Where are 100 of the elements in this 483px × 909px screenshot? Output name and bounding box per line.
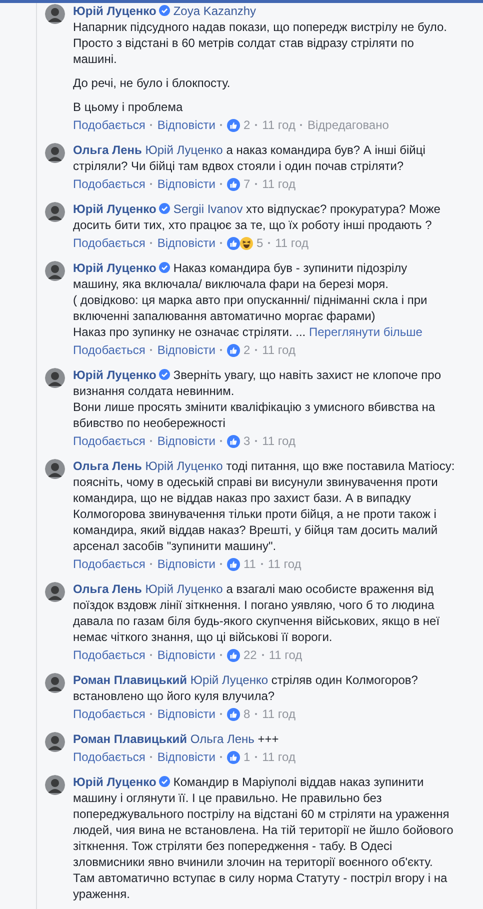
reaction-count[interactable]: 22 (243, 647, 257, 663)
thumbs-up-icon (227, 708, 240, 720)
thumbs-up-icon (227, 236, 240, 250)
timestamp[interactable]: 11 год (275, 235, 308, 251)
reply-link[interactable]: Відповісти (157, 647, 216, 663)
separator-dot (150, 563, 152, 565)
timestamp[interactable]: 11 год (262, 342, 296, 358)
separator-dot (260, 563, 263, 565)
author-link[interactable]: Ольга Лень (73, 143, 142, 157)
avatar[interactable] (45, 459, 65, 479)
thumbs-up-icon (227, 434, 240, 448)
reaction-count[interactable]: 11 (243, 556, 256, 572)
like-link[interactable]: Подобається (73, 556, 146, 572)
author-link[interactable]: Ольга Лень (73, 459, 142, 473)
author-link[interactable]: Юрій Луценко (73, 4, 156, 18)
author-link[interactable]: Роман Плавицький (73, 732, 188, 746)
separator-dot (255, 440, 258, 442)
reply-link[interactable]: Відповісти (157, 342, 216, 358)
like-link[interactable]: Подобається (73, 342, 146, 358)
separator-dot (150, 242, 152, 244)
timestamp[interactable]: 11 год (262, 176, 296, 192)
comment-text: Юрій Луценко Наказ командира був - зупинити підозрілу машину, яка включала/ виключала фари на березі моря. ( довідково: ця марка авто при опусканнні/ підніманні скла і при включенні запалювання автоматично моргає фарами) Наказ про зупинку не означає стріляти. ... Переглянути більше (73, 260, 428, 340)
reaction-count[interactable]: 5 (256, 235, 264, 251)
mention-link[interactable]: Sergii Ivanov (173, 202, 243, 216)
separator-dot (300, 124, 302, 126)
thumbs-up-icon (227, 750, 240, 764)
reaction-count[interactable]: 8 (243, 706, 250, 722)
comment-text: Ольга Лень Юрій Луценко тоді питання, що вже поставила Матіосу: поясніть, чому в одеській справі ви висунули звинувачення проти командира, що не віддав наказ про захист бази. А в випадку Колмогорова звинувачення тільки проти бійця, а не проти також і командира, який віддав наказ? Врешті, у бійця там досить малий арсенал засобів "зупинити машину". (73, 458, 455, 554)
comment-text: Роман Плавицький Ольга Лень +++ (73, 731, 280, 747)
edited-label[interactable]: Відредаговано (307, 117, 389, 133)
like-link[interactable]: Подобається (73, 647, 146, 663)
comment-text: Юрій Луценко Zoya Kazanzhy Напарник підсудного надав покази, що попередж вистрілу не було. Просто з відстані в 60 метрів солдат став відразу стріляти по машині. До речі, не було і блокпосту. В цьому і проблема (73, 3, 448, 115)
like-link[interactable]: Подобається (73, 235, 146, 251)
avatar[interactable] (45, 673, 65, 693)
timestamp[interactable]: 11 год (262, 749, 296, 765)
like-link[interactable]: Подобається (73, 433, 146, 449)
separator-dot (220, 242, 222, 244)
separator-dot (150, 756, 152, 758)
separator-dot (255, 713, 258, 715)
reaction-count[interactable]: 7 (243, 176, 250, 192)
reply-link[interactable]: Відповісти (157, 749, 216, 765)
author-link[interactable]: Юрій Луценко (73, 202, 156, 216)
separator-dot (262, 654, 264, 656)
comment-text: Юрій Луценко Sergii Ivanov хто відпускає? прокуратура? Може досить бити тих, хто працює за те, що їх роботу інші продають ? (73, 201, 442, 233)
separator-dot (220, 349, 222, 351)
timestamp[interactable]: 11 год (268, 556, 302, 572)
separator-dot (150, 183, 152, 185)
laughing-face-icon (240, 236, 254, 250)
reply-link[interactable]: Відповісти (157, 235, 216, 251)
timestamp[interactable]: 11 год (268, 647, 302, 663)
separator-dot (255, 183, 258, 185)
reply-link[interactable]: Відповісти (157, 706, 216, 722)
avatar[interactable] (45, 4, 65, 24)
author-link[interactable]: Юрій Луценко (73, 368, 156, 382)
mention-link[interactable]: Юрій Луценко (145, 459, 223, 473)
mention-link[interactable]: Юрій Луценко (190, 673, 268, 687)
reaction-count[interactable]: 3 (243, 433, 250, 449)
thumbs-up-icon (227, 344, 240, 356)
comment-text: Юрій Луценко Командир в Маріуполі віддав наказ зупинити машину і оглянути її. І це правильно. Не правильно без попереджувального пострілу на відстані 60 м стріляти на ураження людей, чия вина не встановлена. На тій території не йшло бойового зіткнення. Тож стріляти без попередження - табу. В Одесі зловмисники явно вчинили злочин на території воєнного об'єкту. Там автоматично вступає в силу норма Статуту - постріл вгору і на ураження. (73, 774, 454, 902)
see-more-link[interactable]: Переглянути більше (308, 325, 422, 339)
avatar[interactable] (45, 368, 65, 388)
like-link[interactable]: Подобається (73, 117, 146, 133)
timestamp[interactable]: 11 год (262, 706, 296, 722)
comment-text: Юрій Луценко Зверніть увагу, що навіть захист не клопоче про визнання солдата невинним. Вони лише просять змінити кваліфікацію з умисного вбивства на вбивство по необережності (73, 367, 442, 431)
avatar[interactable] (45, 261, 65, 281)
thumbs-up-icon (227, 118, 240, 132)
reply-link[interactable]: Відповісти (157, 117, 216, 133)
like-link[interactable]: Подобається (73, 749, 146, 765)
reaction-count[interactable]: 2 (243, 342, 250, 358)
separator-dot (150, 654, 152, 656)
avatar[interactable] (45, 202, 65, 222)
separator-dot (220, 654, 222, 656)
author-link[interactable]: Юрій Луценко (73, 261, 156, 275)
author-link[interactable]: Роман Плавицький (73, 673, 188, 687)
reaction-count[interactable]: 2 (243, 117, 250, 133)
like-link[interactable]: Подобається (73, 176, 146, 192)
comment-text: Ольга Лень Юрій Луценко а наказ командира був? А інші бійці стріляли? Чи бійці там вдвох стояли і один почав стріляти? (73, 142, 426, 174)
mention-link[interactable]: Юрій Луценко (145, 582, 223, 596)
mention-link[interactable]: Zoya Kazanzhy (173, 4, 256, 18)
reply-link[interactable]: Відповісти (157, 176, 216, 192)
separator-dot (255, 124, 258, 126)
separator-dot (220, 713, 222, 715)
mention-link[interactable]: Ольга Лень (190, 732, 254, 746)
avatar[interactable] (45, 582, 65, 602)
timestamp[interactable]: 11 год (262, 117, 296, 133)
author-link[interactable]: Юрій Луценко (73, 775, 156, 789)
mention-link[interactable]: Юрій Луценко (145, 143, 223, 157)
timestamp[interactable]: 11 год (262, 433, 296, 449)
comment-text: Ольга Лень Юрій Луценко а взагалі маю особисте враження від поїздок вздовж лінії зіткнення. І погано уявляю, чого б то людина давала по газам біля будь-якого скупчення військових, якщо в неї немає чіткого знання, що ці військові її вороги. (73, 581, 441, 645)
avatar[interactable] (45, 775, 65, 795)
reply-link[interactable]: Відповісти (157, 433, 216, 449)
thumbs-up-icon (227, 648, 240, 662)
author-link[interactable]: Ольга Лень (73, 582, 142, 596)
like-link[interactable]: Подобається (73, 706, 146, 722)
separator-dot (268, 242, 270, 244)
reaction-count[interactable]: 1 (243, 749, 250, 765)
separator-dot (255, 349, 258, 351)
avatar[interactable] (45, 732, 65, 752)
avatar[interactable] (45, 143, 65, 163)
reply-link[interactable]: Відповісти (157, 556, 216, 572)
